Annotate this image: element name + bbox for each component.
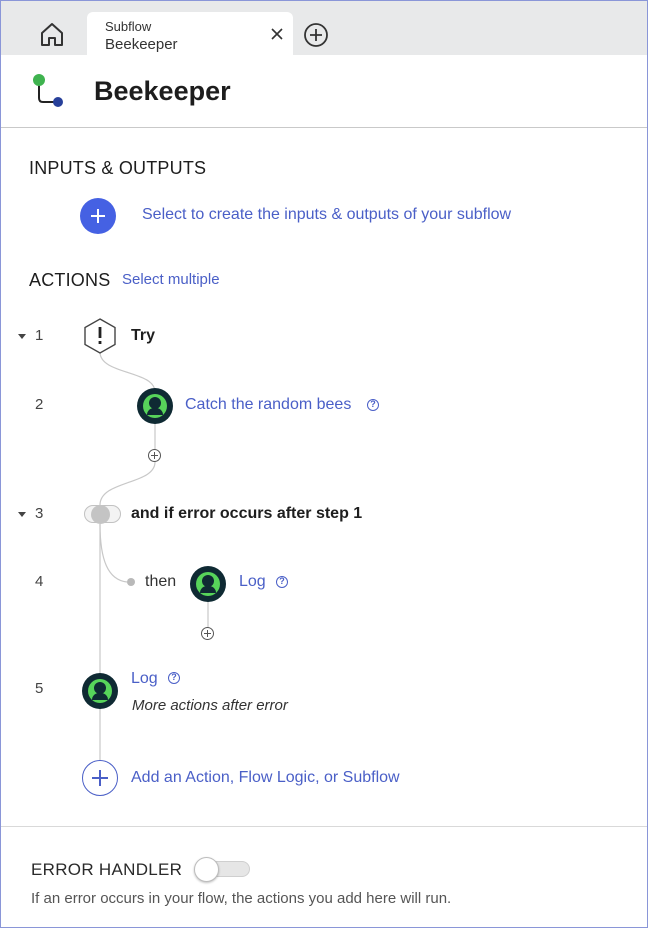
try-icon[interactable]: [82, 317, 118, 355]
step-5-sublabel: More actions after error: [132, 697, 288, 714]
add-action-link[interactable]: Add an Action, Flow Logic, or Subflow: [131, 769, 400, 787]
step-number-3: 3: [35, 505, 44, 522]
step-number-4: 4: [35, 573, 44, 590]
then-label: then: [145, 573, 177, 590]
error-handler-description: If an error occurs in your flow, the act…: [31, 890, 452, 907]
action-icon[interactable]: [82, 673, 118, 709]
step-4-label[interactable]: Log: [239, 573, 266, 591]
collapse-step-1-caret[interactable]: [18, 334, 26, 339]
help-icon[interactable]: ?: [367, 399, 379, 411]
help-icon[interactable]: ?: [168, 672, 180, 684]
step-2-label[interactable]: Catch the random bees: [185, 396, 351, 414]
collapse-step-3-caret[interactable]: [18, 512, 26, 517]
error-handler-heading: ERROR HANDLER: [31, 860, 183, 879]
step-1-label[interactable]: Try: [131, 327, 155, 345]
step-number-1: 1: [35, 327, 44, 344]
error-handler-toggle[interactable]: [194, 857, 251, 882]
step-3-label[interactable]: and if error occurs after step 1: [131, 505, 362, 523]
section-divider: [1, 826, 647, 827]
branch-dot: [127, 578, 135, 586]
step-5-label[interactable]: Log: [131, 670, 158, 688]
error-branch-toggle[interactable]: [84, 505, 121, 524]
add-step-after-2-button[interactable]: [148, 449, 161, 462]
step-number-2: 2: [35, 396, 44, 413]
action-icon[interactable]: [190, 566, 226, 602]
help-icon[interactable]: ?: [276, 576, 288, 588]
step-number-5: 5: [35, 680, 44, 697]
action-icon[interactable]: [137, 388, 173, 424]
add-action-button[interactable]: [82, 760, 118, 796]
add-step-after-4-button[interactable]: [201, 627, 214, 640]
